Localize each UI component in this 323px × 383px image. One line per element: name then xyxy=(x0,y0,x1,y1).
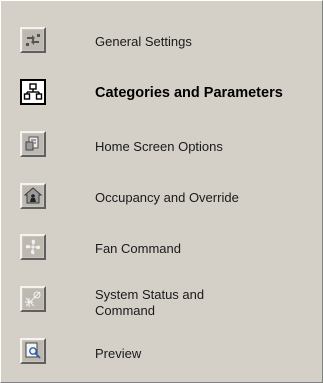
system-status-icon[interactable] xyxy=(20,286,46,312)
home-screen-options-icon[interactable] xyxy=(20,131,46,157)
nav-item-fan-command-label: Fan Command xyxy=(95,241,181,256)
categories-parameters-icon[interactable] xyxy=(20,79,46,105)
nav-item-home-screen-options[interactable]: Home Screen Options xyxy=(1,120,322,170)
nav-item-categories-parameters-label: Categories and Parameters xyxy=(95,85,283,101)
nav-item-system-status-command-label: System Status and Command xyxy=(95,287,205,318)
nav-item-system-status-command[interactable]: System Status and Command xyxy=(1,275,322,325)
nav-item-occupancy-override-label: Occupancy and Override xyxy=(95,190,239,205)
nav-item-preview[interactable]: Preview xyxy=(1,327,322,377)
nav-item-categories-parameters[interactable]: Categories and Parameters xyxy=(1,68,322,118)
nav-item-general-settings[interactable]: General Settings xyxy=(1,16,322,66)
nav-item-fan-command[interactable]: Fan Command xyxy=(1,223,322,273)
settings-navigation-panel: General Settings Categories and Paramete… xyxy=(0,0,323,383)
nav-item-preview-label: Preview xyxy=(95,346,142,361)
preview-icon[interactable] xyxy=(20,338,46,364)
nav-item-general-settings-label: General Settings xyxy=(95,34,192,49)
nav-item-occupancy-override[interactable]: Occupancy and Override xyxy=(1,172,322,222)
general-settings-icon[interactable] xyxy=(20,27,46,53)
fan-icon[interactable] xyxy=(20,234,46,260)
nav-item-home-screen-options-label: Home Screen Options xyxy=(95,139,223,154)
occupancy-override-icon[interactable] xyxy=(20,183,46,209)
